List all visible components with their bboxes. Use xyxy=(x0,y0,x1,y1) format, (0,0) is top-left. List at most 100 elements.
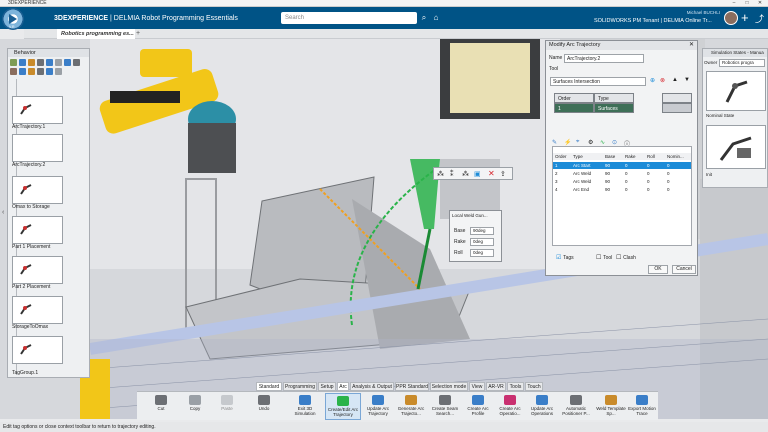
gun-icon[interactable]: ⌖ xyxy=(576,139,579,146)
sort-icon[interactable] xyxy=(55,59,62,66)
table-row[interactable]: 3 Arc Weld 90 0 0 0 xyxy=(553,178,691,185)
tab-ar-vr[interactable]: AR-VR xyxy=(486,382,506,391)
behavior-item[interactable] xyxy=(12,336,64,364)
tag-add-icon[interactable]: ⁂ xyxy=(437,170,444,178)
table-row[interactable]: 4 Arc End 90 0 0 0 xyxy=(553,186,691,193)
tab-setup[interactable]: Setup xyxy=(318,382,336,391)
view-icon[interactable] xyxy=(64,59,71,66)
copy-button[interactable]: Copy xyxy=(181,393,209,420)
name-field[interactable]: ArcTrajectory.2 xyxy=(564,54,644,63)
tab-robotics-programming[interactable]: Robotics programming es... xyxy=(57,29,135,39)
tool-checkbox[interactable]: ☐ Tool xyxy=(596,254,612,261)
name-label: Name xyxy=(549,55,563,61)
tab-view[interactable]: View xyxy=(469,382,485,391)
tab-ppr-standard[interactable]: PPR Standard xyxy=(395,382,429,391)
plus-icon[interactable]: + xyxy=(741,10,749,25)
behavior-item[interactable]: StorageToOmax xyxy=(12,296,64,331)
table-row[interactable]: 1 Arc Start 90 0 0 0 xyxy=(553,162,691,169)
paste-button[interactable]: Paste xyxy=(213,393,241,420)
filter-icon[interactable] xyxy=(28,59,35,66)
state-thumbnail[interactable] xyxy=(706,71,766,111)
link-icon[interactable] xyxy=(19,68,26,75)
share-icon[interactable]: ⤴ xyxy=(755,12,764,25)
weld-icon[interactable]: ⚡ xyxy=(564,139,571,146)
status-bar: Edit tag options or close context toolba… xyxy=(0,422,768,432)
expand-icon[interactable] xyxy=(37,59,44,66)
tab-analysis-output[interactable]: Analysis & Output xyxy=(350,382,394,391)
method-remove-icon[interactable]: ⊗ xyxy=(660,77,665,84)
tab-arc[interactable]: Arc xyxy=(337,382,349,391)
cancel-button[interactable]: Cancel xyxy=(672,265,696,274)
trajectory-icon[interactable] xyxy=(55,68,62,75)
behavior-item[interactable]: ArcTrajectory.2 xyxy=(12,134,64,169)
update-arc-trajectory-button[interactable]: Update Arc Trajectory xyxy=(363,393,393,420)
avatar[interactable] xyxy=(724,11,738,25)
create-arc-operation-button[interactable]: Create Arc Operatio... xyxy=(495,393,525,420)
automatic-positioner-button[interactable]: Automatic Positioner P... xyxy=(559,393,593,420)
operation-icon[interactable] xyxy=(46,68,53,75)
move-up-icon[interactable]: ▲ xyxy=(672,77,678,83)
export-motion-trace-button[interactable]: Export Motion Trace xyxy=(627,393,657,420)
tags-checkbox[interactable]: ☑ Tags xyxy=(556,254,574,261)
tab-tools[interactable]: Tools xyxy=(507,382,524,391)
search-input[interactable]: Search xyxy=(281,12,417,24)
tag-icon[interactable]: ⌂ xyxy=(430,12,442,24)
ok-button[interactable]: OK xyxy=(648,265,668,274)
minimize-icon[interactable]: – xyxy=(728,0,740,7)
weld-template-button[interactable]: Weld Template Sp... xyxy=(595,393,627,420)
create-seam-search-button[interactable]: Create Seam Search... xyxy=(429,393,461,420)
settings-icon[interactable] xyxy=(73,59,80,66)
tab-selection-mode[interactable]: Selection mode xyxy=(430,382,468,391)
export-icon[interactable]: ⇪ xyxy=(500,170,506,178)
tab-programming[interactable]: Programming xyxy=(283,382,317,391)
robot-icon[interactable] xyxy=(10,68,17,75)
list-icon[interactable] xyxy=(19,59,26,66)
update-arc-operations-button[interactable]: Update Arc Operations xyxy=(527,393,557,420)
dialog-close-icon[interactable]: ✕ xyxy=(689,41,694,50)
undo-button[interactable]: Undo xyxy=(249,393,279,420)
state-thumbnail[interactable] xyxy=(706,125,766,169)
collapse-icon[interactable] xyxy=(46,59,53,66)
collapse-left-icon[interactable]: ‹ xyxy=(2,209,4,216)
base-field[interactable]: 90deg xyxy=(470,227,494,235)
tag-group-label[interactable]: TagGroup.1 xyxy=(12,370,38,376)
rake-field[interactable]: 0deg xyxy=(470,238,494,246)
method-icon[interactable]: ⊕ xyxy=(650,77,655,84)
create-edit-arc-trajectory-button[interactable]: Create/Edit Arc Trajectory xyxy=(325,393,361,420)
delete-icon[interactable]: ✕ xyxy=(488,169,495,178)
grid-cell-order[interactable]: 1 xyxy=(554,103,594,113)
roll-field[interactable]: 0deg xyxy=(470,249,494,257)
tag-group-icon[interactable] xyxy=(28,68,35,75)
target-icon[interactable]: ⊙ xyxy=(612,139,617,146)
behavior-item[interactable]: Omax to Storage xyxy=(12,176,64,211)
tenant-selector[interactable]: SOLIDWORKS PM Tenant | DELMIA Online Tr.… xyxy=(594,18,712,24)
clash-checkbox[interactable]: ☐ Clash xyxy=(616,254,636,261)
close-icon[interactable]: ✕ xyxy=(754,0,766,7)
add-tab-icon[interactable]: + xyxy=(136,29,140,39)
grid-cell-type[interactable]: Surfaces xyxy=(594,103,634,113)
behavior-item[interactable]: Part 1 Placement xyxy=(12,216,64,251)
behavior-item[interactable]: Part 2 Placement xyxy=(12,256,64,291)
behavior-item[interactable]: ArcTrajectory.1 xyxy=(12,96,64,131)
tree-icon[interactable] xyxy=(10,59,17,66)
path-icon[interactable]: ∿ xyxy=(600,139,605,146)
exit-3d-simulation-button[interactable]: Exit 3D Simulation xyxy=(287,393,323,420)
context-toolbar: ⁂ ⁑ ⁂ ▣ ✕ ⇪ xyxy=(433,167,513,180)
lock-icon[interactable]: ▣ xyxy=(474,170,481,178)
tag-edit-icon[interactable]: ⁑ xyxy=(450,170,454,178)
owner-select[interactable]: Robotics progra xyxy=(719,59,765,67)
maximize-icon[interactable]: □ xyxy=(741,0,753,7)
method-select[interactable]: Surfaces Intersection xyxy=(550,77,646,86)
move-icon[interactable] xyxy=(37,68,44,75)
tab-standard[interactable]: Standard xyxy=(256,382,282,391)
create-arc-profile-button[interactable]: Create Arc Profile xyxy=(463,393,493,420)
tab-touch[interactable]: Touch xyxy=(525,382,543,391)
search-icon[interactable]: ⌕ xyxy=(418,12,430,24)
cut-button[interactable]: Cut xyxy=(147,393,175,420)
param-icon[interactable]: ⚙ xyxy=(588,139,593,146)
move-down-icon[interactable]: ▼ xyxy=(684,77,690,83)
tag-move-icon[interactable]: ⁂ xyxy=(462,170,469,178)
pencil-icon[interactable]: ✎ xyxy=(552,139,557,146)
table-row[interactable]: 2 Arc Weld 90 0 0 0 xyxy=(553,170,691,177)
generate-arc-trajectory-button[interactable]: Generate Arc Trajecto... xyxy=(395,393,427,420)
